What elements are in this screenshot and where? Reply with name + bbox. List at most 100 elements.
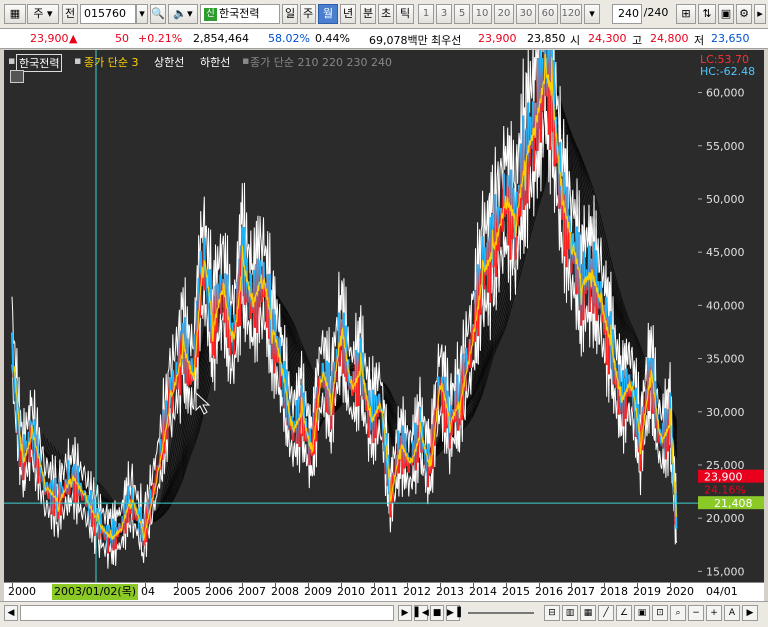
play-icon[interactable]: ▶ [398,605,412,621]
period-week[interactable]: 주 [300,4,316,24]
draw-angle-icon[interactable]: ∠ [616,605,632,621]
open-price: 24,300 [588,32,627,45]
price-tick-label: 15,000 [706,565,745,578]
up-segment [345,371,349,382]
down-segment [233,314,237,323]
num-1[interactable]: 1 [418,4,434,24]
current-pct-label: 24.16% [704,484,746,497]
layout-icon[interactable]: ⊞ [676,4,696,24]
down-segment [214,285,218,310]
speed-slider-track [468,612,534,614]
more-icon[interactable]: ▸ [754,4,766,24]
interval-tick[interactable]: 틱 [396,4,414,24]
legend-upper-band[interactable]: 상한선 [154,54,184,70]
tool-icon-1[interactable]: ⊟ [544,605,560,621]
down-segment [366,395,369,398]
num-10[interactable]: 10 [472,4,492,24]
interval-second[interactable]: 초 [378,4,394,24]
period-day[interactable]: 일 [282,4,298,24]
num-5[interactable]: 5 [454,4,470,24]
legend-marker-icon: ▪ [8,54,16,67]
down-segment [115,527,118,530]
chart-toolbar: ▦ 주 ▾ 전 015760 ▾ 🔍 🔈▾ 신 한국전력 일 주 월 년 분 초 … [0,0,768,29]
zoom-search-icon[interactable]: ⌕ [670,605,686,621]
num-20[interactable]: 20 [494,4,514,24]
table-view-icon[interactable] [10,70,24,83]
year-label: 2020 [666,585,694,598]
chart-expand-icon[interactable]: ▣ [634,605,650,621]
down-segment [340,319,344,325]
code-dropdown-icon[interactable]: ▾ [136,4,148,24]
down-segment [675,527,678,530]
step-forward-icon[interactable]: ▶▐ [446,605,461,621]
tool-icon-2[interactable]: ▥ [562,605,578,621]
price-tick-label: 45,000 [706,246,745,259]
compare-icon[interactable]: ⇅ [698,4,716,24]
tool-icon-3[interactable]: ▦ [580,605,596,621]
scroll-left-icon[interactable]: ◀ [4,605,18,621]
down-segment [157,464,160,467]
gear-icon[interactable]: ⚙ [736,4,752,24]
step-back-icon[interactable]: ▌◀ [414,605,429,621]
draw-line-icon[interactable]: ╱ [598,605,614,621]
period-type-select[interactable]: 주 ▾ [27,4,59,24]
up-segment [497,215,502,251]
stock-name-field[interactable]: 신 한국전력 [200,4,280,24]
search-icon[interactable]: 🔍 [150,4,166,24]
number-dropdown-icon[interactable]: ▾ [584,4,600,24]
down-segment [10,332,14,350]
up-segment [16,425,20,435]
down-segment [258,260,262,279]
up-segment [662,439,666,449]
up-segment [303,428,307,442]
text-tool-icon[interactable]: A [724,605,740,621]
num-120[interactable]: 120 [560,4,582,24]
up-segment [246,287,250,303]
price-chart[interactable]: ▪ 한국전력 ▪ 종가 단순 3 상한선 하한선 ▪ 종가 단순 210 220… [4,50,698,582]
up-segment [595,291,599,321]
up-segment [167,399,171,405]
save-icon[interactable]: ▣ [718,4,734,24]
up-segment [184,360,188,384]
interval-minute[interactable]: 분 [360,4,376,24]
period-month[interactable]: 월 [318,4,338,24]
axis-svg: 60,000 55,000 50,000 45,000 40,000 35,000 30,0… [698,87,764,578]
chart-svg [4,50,698,582]
up-segment [59,486,63,516]
zoom-in-icon[interactable]: + [706,605,722,621]
horizontal-scrollbar[interactable] [20,605,394,621]
down-segment [581,263,584,266]
up-segment [612,365,616,385]
year-label: 2015 [502,585,530,598]
period-year[interactable]: 년 [340,4,356,24]
num-3[interactable]: 3 [436,4,452,24]
scroll-right-icon[interactable]: ▶ [742,605,758,621]
down-segment [224,273,228,314]
legend-close-ma[interactable]: 종가 단순 3 [84,54,138,70]
year-label: 2017 [567,585,595,598]
bar-total: /240 [643,6,669,19]
legend-multi-ma[interactable]: 종가 단순 210 220 230 240 [250,54,392,70]
legend-lower-band[interactable]: 하한선 [200,54,230,70]
change-rate: +0.21% [138,32,183,45]
up-segment [286,412,290,426]
sound-icon[interactable]: 🔈▾ [168,4,198,24]
up-segment [253,286,257,328]
bar-count-input[interactable]: 240 [612,4,642,24]
stop-icon[interactable]: ■ [430,605,444,621]
menu-icon[interactable]: ▦ [4,4,26,24]
speed-slider[interactable] [466,605,538,621]
down-segment [190,358,194,381]
pan-icon[interactable]: ⊡ [652,605,668,621]
num-30[interactable]: 30 [516,4,536,24]
num-60[interactable]: 60 [538,4,558,24]
up-segment [220,283,223,315]
zoom-out-icon[interactable]: − [688,605,704,621]
down-segment [462,353,466,384]
up-segment [100,532,103,535]
up-segment [492,263,496,268]
jeon-button[interactable]: 전 [62,4,78,24]
down-segment [625,368,629,389]
price-tick-label: 30,000 [706,406,745,419]
stock-code-input[interactable]: 015760 [80,4,136,24]
